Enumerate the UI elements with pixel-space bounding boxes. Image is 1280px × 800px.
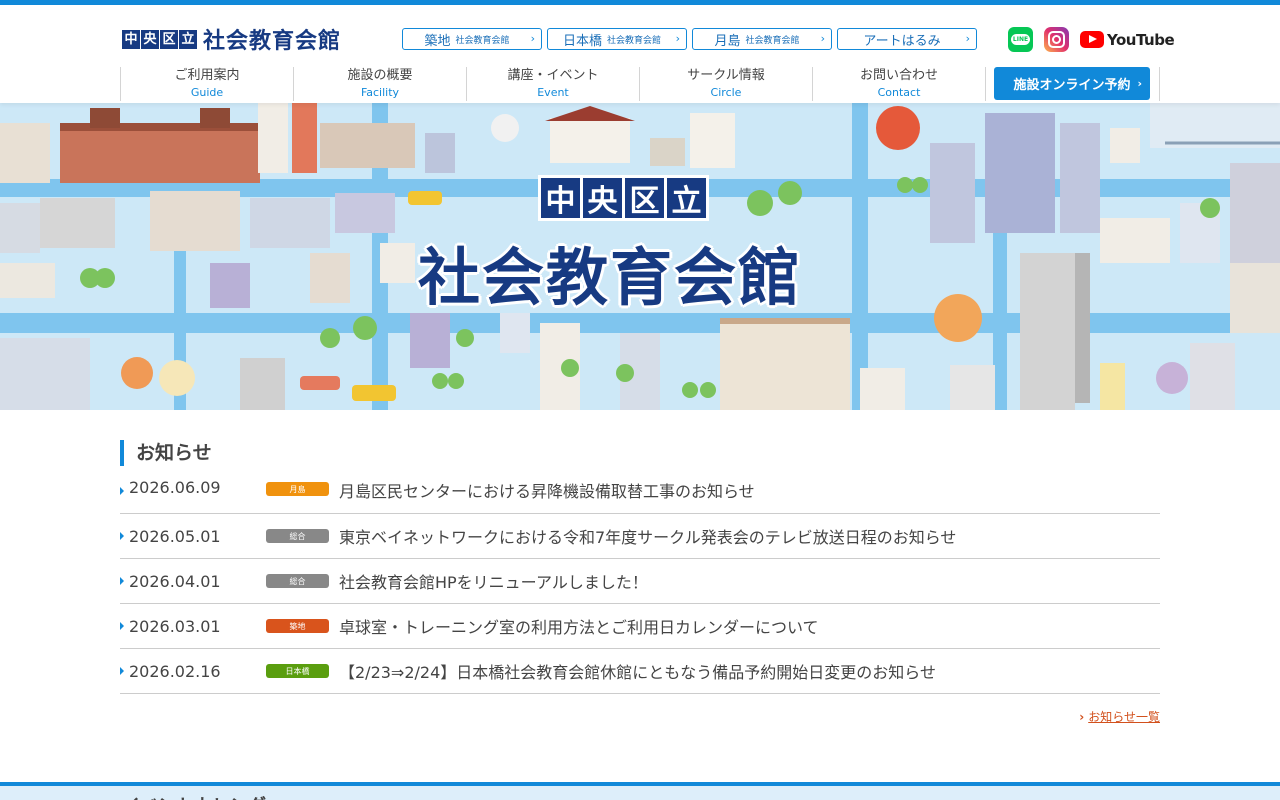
hero-kuritsu-char: 区 [625,178,664,219]
chevron-right-icon: › [1079,710,1085,724]
nav-item-sublabel: Circle [710,85,742,99]
site-header: 中 央 区 立 社会教育会館 築地 社会教育会館 › 日本橋 社会教育会館 › … [0,5,1280,103]
chevron-right-icon: › [965,32,970,45]
facility-link-tsukishima[interactable]: 月島 社会教育会館 › [692,28,832,50]
line-icon-label: LINE [1010,34,1031,45]
social-links: LINE YouTube [1008,27,1175,52]
facility-link-main: 日本橋 [562,33,602,49]
logo-name: 社会教育会館 [203,29,342,54]
online-reservation-label: 施設オンライン予約 [1013,78,1131,93]
news-item[interactable]: 2026.05.01 総合 東京ベイネットワークにおける令和7年度サークル発表会… [120,514,1160,559]
facility-link-sub: 社会教育会館 [745,35,800,46]
youtube-icon [1080,31,1104,48]
news-item[interactable]: 2026.03.01 築地 卓球室・トレーニング室の利用方法とご利用日カレンダー… [120,604,1160,649]
nav-item-label: お問い合わせ [859,67,938,83]
news-item[interactable]: 2026.02.16 日本橋 【2/23⇒2/24】日本橋社会教育会館休館にとも… [120,649,1160,694]
nav-item-event[interactable]: 講座・イベント Event [466,67,639,101]
news-tag: 総合 [266,529,329,543]
hero-kuritsu-char: 中 [541,178,580,219]
line-icon[interactable]: LINE [1008,27,1033,52]
chevron-right-icon: › [820,32,825,45]
news-title: 月島区民センターにおける昇降機設備取替工事のお知らせ [339,482,755,501]
logo-char: 央 [141,29,159,49]
news-tag: 総合 [266,574,329,588]
news-title: 【2/23⇒2/24】日本橋社会教育会館休館にともなう備品予約開始日変更のお知ら… [339,663,936,682]
nav-item-sublabel: Guide [190,85,224,99]
triangle-right-icon [120,667,124,675]
youtube-label: YouTube [1107,30,1175,49]
logo-char: 区 [160,29,178,49]
news-tag: 日本橋 [266,664,329,678]
nav-item-sublabel: Facility [360,85,400,99]
facility-link-main: 月島 [714,33,741,49]
news-date: 2026.06.09 [129,478,221,497]
instagram-icon[interactable] [1044,27,1069,52]
nav-item-label: ご利用案内 [174,67,240,83]
hero-banner: 中 央 区 立 社会教育会館 [0,103,1280,410]
hero-kuritsu-char: 央 [583,178,622,219]
facility-link-art-harumi[interactable]: アートはるみ › [837,28,977,50]
nav-item-facility[interactable]: 施設の概要 Facility [293,67,466,101]
facility-link-sub: 社会教育会館 [607,35,662,46]
nav-item-sublabel: Event [537,85,569,99]
facility-link-tsukiji[interactable]: 築地 社会教育会館 › [402,28,542,50]
news-date: 2026.02.16 [129,661,221,681]
event-calendar-section: イベントカレンダー [0,782,1280,800]
chevron-right-icon: › [675,32,680,45]
facility-link-sub: 社会教育会館 [455,35,510,46]
news-item[interactable]: 2026.06.09 月島 月島区民センターにおける昇降機設備取替工事のお知らせ [120,478,1160,514]
logo-kuritsu-mark: 中 央 区 立 [122,29,197,49]
news-tag: 月島 [266,482,329,496]
news-title: 社会教育会館HPをリニューアルしました！ [339,573,648,592]
nav-item-label: サークル情報 [687,67,765,83]
event-calendar-title: イベントカレンダー [122,792,284,800]
triangle-right-icon [120,622,124,630]
hero-kuritsu-mark: 中 央 区 立 [538,175,709,221]
news-list: 2026.06.09 月島 月島区民センターにおける昇降機設備取替工事のお知らせ… [120,478,1160,694]
chevron-right-icon: › [530,32,535,45]
news-heading: お知らせ [120,440,1160,466]
news-date: 2026.04.01 [129,571,221,591]
news-date: 2026.03.01 [129,616,221,636]
nav-item-label: 講座・イベント [507,67,599,83]
nav-item-contact[interactable]: お問い合わせ Contact [812,67,985,101]
news-more-label: お知らせ一覧 [1088,710,1160,724]
online-reservation-button[interactable]: 施設オンライン予約 › [994,67,1150,100]
news-title: 東京ベイネットワークにおける令和7年度サークル発表会のテレビ放送日程のお知らせ [339,528,957,547]
triangle-right-icon [120,532,124,540]
news-tag: 築地 [266,619,329,633]
nav-item-circle[interactable]: サークル情報 Circle [639,67,812,101]
facility-link-nihonbashi[interactable]: 日本橋 社会教育会館 › [547,28,687,50]
facility-link-main: アートはるみ [863,33,941,49]
hero-kuritsu-char: 立 [667,178,706,219]
news-more-link[interactable]: › お知らせ一覧 [960,708,1160,725]
hero-title: 社会教育会館 [418,241,803,314]
chevron-right-icon: › [1137,77,1142,90]
logo-char: 立 [179,29,197,49]
nav-item-guide[interactable]: ご利用案内 Guide [120,67,293,101]
news-item[interactable]: 2026.04.01 総合 社会教育会館HPをリニューアルしました！ [120,559,1160,604]
logo-char: 中 [122,29,140,49]
news-section: お知らせ 2026.06.09 月島 月島区民センターにおける昇降機設備取替工事… [120,440,1160,694]
reserve-wrap: 施設オンライン予約 › [985,67,1160,101]
triangle-right-icon [120,487,124,495]
facility-link-main: 築地 [424,33,451,49]
site-logo[interactable]: 中 央 区 立 社会教育会館 [122,23,341,55]
youtube-link[interactable]: YouTube [1080,30,1175,49]
global-nav: ご利用案内 Guide 施設の概要 Facility 講座・イベント Event… [120,67,1160,101]
facility-links: 築地 社会教育会館 › 日本橋 社会教育会館 › 月島 社会教育会館 › アート… [402,28,977,50]
triangle-right-icon [120,577,124,585]
news-title: 卓球室・トレーニング室の利用方法とご利用日カレンダーについて [339,618,819,637]
nav-item-label: 施設の概要 [347,67,413,83]
news-date: 2026.05.01 [129,526,221,546]
nav-item-sublabel: Contact [877,85,921,99]
